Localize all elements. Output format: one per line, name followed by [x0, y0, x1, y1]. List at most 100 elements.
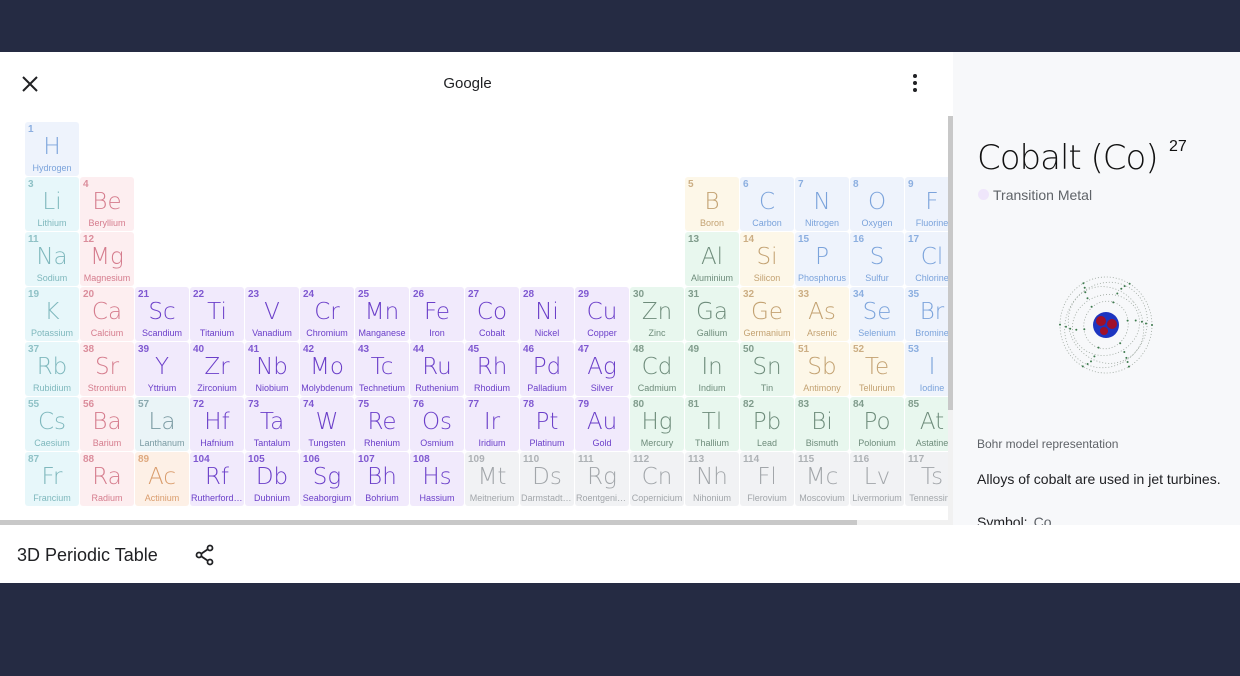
element-cell-po[interactable]: 84 Po Polonium — [850, 397, 904, 451]
element-cell-nb[interactable]: 41 Nb Niobium — [245, 342, 299, 396]
element-cell-in[interactable]: 49 In Indium — [685, 342, 739, 396]
element-name: Silicon — [753, 273, 781, 283]
element-cell-rh[interactable]: 45 Rh Rhodium — [465, 342, 519, 396]
element-cell-v[interactable]: 23 V Vanadium — [245, 287, 299, 341]
element-cell-sn[interactable]: 50 Sn Tin — [740, 342, 794, 396]
element-cell-sr[interactable]: 38 Sr Strontium — [80, 342, 134, 396]
element-cell-ra[interactable]: 88 Ra Radium — [80, 452, 134, 506]
element-cell-pb[interactable]: 82 Pb Lead — [740, 397, 794, 451]
element-cell-at[interactable]: 85 At Astatine — [905, 397, 948, 451]
element-cell-si[interactable]: 14 Si Silicon — [740, 232, 794, 286]
element-cell-ti[interactable]: 22 Ti Titanium — [190, 287, 244, 341]
element-cell-mt[interactable]: 109 Mt Meitnerium — [465, 452, 519, 506]
element-cell-nh[interactable]: 113 Nh Nihonium — [685, 452, 739, 506]
element-cell-fe[interactable]: 26 Fe Iron — [410, 287, 464, 341]
element-cell-cd[interactable]: 48 Cd Cadmium — [630, 342, 684, 396]
element-name: Technetium — [358, 383, 406, 393]
element-cell-as[interactable]: 33 As Arsenic — [795, 287, 849, 341]
element-cell-ru[interactable]: 44 Ru Ruthenium — [410, 342, 464, 396]
element-cell-tl[interactable]: 81 Tl Thallium — [685, 397, 739, 451]
element-cell-hf[interactable]: 72 Hf Hafnium — [190, 397, 244, 451]
element-cell-s[interactable]: 16 S Sulfur — [850, 232, 904, 286]
element-cell-ta[interactable]: 73 Ta Tantalum — [245, 397, 299, 451]
element-cell-i[interactable]: 53 I Iodine — [905, 342, 948, 396]
element-cell-pt[interactable]: 78 Pt Platinum — [520, 397, 574, 451]
element-cell-sc[interactable]: 21 Sc Scandium — [135, 287, 189, 341]
element-cell-co[interactable]: 27 Co Cobalt — [465, 287, 519, 341]
symbol-value: Co — [1033, 514, 1052, 525]
element-cell-ba[interactable]: 56 Ba Barium — [80, 397, 134, 451]
element-cell-zn[interactable]: 30 Zn Zinc — [630, 287, 684, 341]
more-vert-icon[interactable] — [908, 72, 922, 94]
element-name: Molybdenum — [301, 383, 353, 393]
element-cell-y[interactable]: 39 Y Yttrium — [135, 342, 189, 396]
element-cell-k[interactable]: 19 K Potassium — [25, 287, 79, 341]
element-cell-ge[interactable]: 32 Ge Germanium — [740, 287, 794, 341]
element-cell-sb[interactable]: 51 Sb Antimony — [795, 342, 849, 396]
element-name: Iron — [429, 328, 445, 338]
element-cell-au[interactable]: 79 Au Gold — [575, 397, 629, 451]
element-cell-b[interactable]: 5 B Boron — [685, 177, 739, 231]
element-cell-ga[interactable]: 31 Ga Gallium — [685, 287, 739, 341]
element-name: Indium — [698, 383, 726, 393]
element-cell-br[interactable]: 35 Br Bromine — [905, 287, 948, 341]
element-cell-tc[interactable]: 43 Tc Technetium — [355, 342, 409, 396]
element-cell-ir[interactable]: 77 Ir Iridium — [465, 397, 519, 451]
element-symbol: Lv — [863, 464, 891, 490]
element-cell-cn[interactable]: 112 Cn Copernicium — [630, 452, 684, 506]
element-symbol: Sb — [807, 354, 837, 380]
element-cell-fl[interactable]: 114 Fl Flerovium — [740, 452, 794, 506]
element-cell-lv[interactable]: 116 Lv Livermorium — [850, 452, 904, 506]
element-cell-o[interactable]: 8 O Oxygen — [850, 177, 904, 231]
element-cell-hs[interactable]: 108 Hs Hassium — [410, 452, 464, 506]
element-cell-ag[interactable]: 47 Ag Silver — [575, 342, 629, 396]
element-cell-te[interactable]: 52 Te Tellurium — [850, 342, 904, 396]
element-cell-hg[interactable]: 80 Hg Mercury — [630, 397, 684, 451]
bohr-model-image[interactable] — [1056, 270, 1156, 380]
element-cell-ni[interactable]: 28 Ni Nickel — [520, 287, 574, 341]
element-cell-be[interactable]: 4 Be Beryllium — [80, 177, 134, 231]
element-name: Ruthenium — [415, 383, 459, 393]
element-cell-rf[interactable]: 104 Rf Rutherfordium — [190, 452, 244, 506]
element-cell-ds[interactable]: 110 Ds Darmstadtium — [520, 452, 574, 506]
element-cell-p[interactable]: 15 P Phosphorus — [795, 232, 849, 286]
element-name: Phosphorus — [797, 273, 847, 283]
element-cell-bh[interactable]: 107 Bh Bohrium — [355, 452, 409, 506]
element-cell-db[interactable]: 105 Db Dubnium — [245, 452, 299, 506]
element-cell-h[interactable]: 1 H Hydrogen — [25, 122, 79, 176]
element-symbol: Ge — [751, 299, 783, 325]
element-cell-c[interactable]: 6 C Carbon — [740, 177, 794, 231]
element-cell-os[interactable]: 76 Os Osmium — [410, 397, 464, 451]
element-cell-se[interactable]: 34 Se Selenium — [850, 287, 904, 341]
element-cell-mg[interactable]: 12 Mg Magnesium — [80, 232, 134, 286]
element-cell-pd[interactable]: 46 Pd Palladium — [520, 342, 574, 396]
element-cell-ca[interactable]: 20 Ca Calcium — [80, 287, 134, 341]
element-cell-mo[interactable]: 42 Mo Molybdenum — [300, 342, 354, 396]
element-cell-ac[interactable]: 89 Ac Actinium — [135, 452, 189, 506]
element-cell-fr[interactable]: 87 Fr Francium — [25, 452, 79, 506]
element-cell-li[interactable]: 3 Li Lithium — [25, 177, 79, 231]
element-cell-rg[interactable]: 111 Rg Roentgenium — [575, 452, 629, 506]
element-cell-cu[interactable]: 29 Cu Copper — [575, 287, 629, 341]
element-cell-zr[interactable]: 40 Zr Zirconium — [190, 342, 244, 396]
element-symbol: Mn — [364, 299, 400, 325]
element-cell-ts[interactable]: 117TsTennessine — [905, 452, 948, 506]
element-cell-w[interactable]: 74 W Tungsten — [300, 397, 354, 451]
element-cell-cl[interactable]: 17 Cl Chlorine — [905, 232, 948, 286]
element-cell-re[interactable]: 75 Re Rhenium — [355, 397, 409, 451]
element-cell-n[interactable]: 7 N Nitrogen — [795, 177, 849, 231]
element-cell-cr[interactable]: 24 Cr Chromium — [300, 287, 354, 341]
element-cell-mn[interactable]: 25 Mn Manganese — [355, 287, 409, 341]
element-cell-bi[interactable]: 83 Bi Bismuth — [795, 397, 849, 451]
element-cell-sg[interactable]: 106 Sg Seaborgium — [300, 452, 354, 506]
element-cell-cs[interactable]: 55 Cs Caesium — [25, 397, 79, 451]
element-cell-na[interactable]: 11 Na Sodium — [25, 232, 79, 286]
element-cell-rb[interactable]: 37 Rb Rubidium — [25, 342, 79, 396]
element-name: Polonium — [858, 438, 896, 448]
element-name: Flerovium — [747, 493, 787, 503]
element-cell-mc[interactable]: 115 Mc Moscovium — [795, 452, 849, 506]
element-cell-al[interactable]: 13 Al Aluminium — [685, 232, 739, 286]
element-cell-la[interactable]: 57 La Lanthanum — [135, 397, 189, 451]
share-icon[interactable] — [194, 544, 216, 566]
element-cell-f[interactable]: 9 F Fluorine — [905, 177, 948, 231]
